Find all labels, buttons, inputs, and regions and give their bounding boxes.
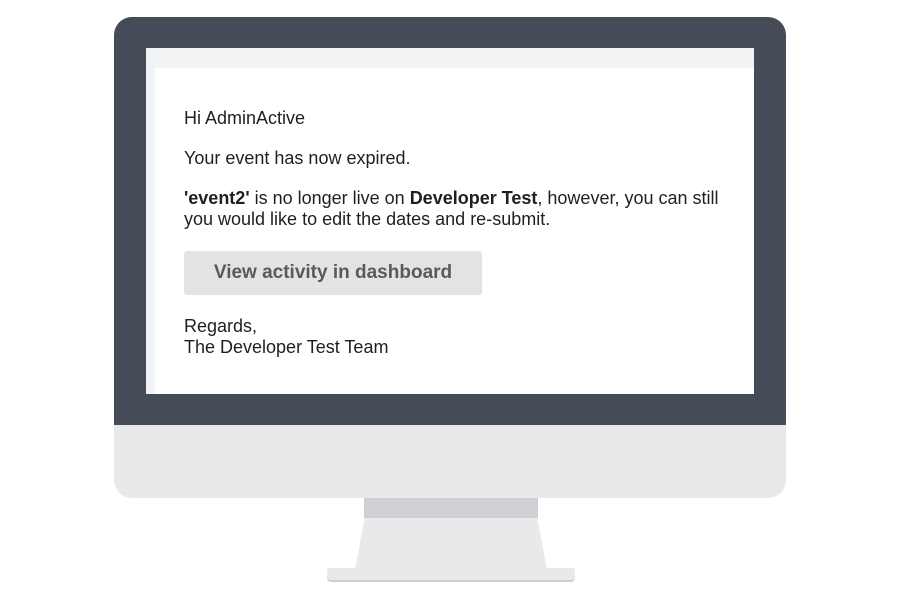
signoff-team: The Developer Test Team [184, 337, 389, 357]
details-line2: you would like to edit the dates and re-… [184, 209, 551, 229]
view-activity-button[interactable]: View activity in dashboard [184, 251, 482, 295]
email-body: Hi AdminActive Your event has now expire… [155, 68, 754, 394]
email-details: 'event2' is no longer live on Developer … [184, 188, 719, 230]
email-expired-text: Your event has now expired. [184, 148, 411, 168]
monitor-stand-base [327, 568, 575, 582]
site-name: Developer Test [409, 188, 538, 208]
email-greeting: Hi AdminActive [184, 108, 306, 128]
event-name: 'event2' [184, 188, 250, 208]
details-line1-rest: , however, you can still [537, 188, 719, 208]
monitor-mockup: Hi AdminActive Your event has now expire… [0, 0, 900, 600]
signoff-regards: Regards, [184, 316, 258, 336]
monitor-screen: Hi AdminActive Your event has now expire… [146, 48, 754, 394]
monitor-stand-neck [355, 518, 547, 570]
details-middle-text: is no longer live on [249, 188, 410, 208]
monitor-stand-joint [364, 498, 538, 518]
monitor-chin [114, 425, 786, 498]
email-signoff: Regards, The Developer Test Team [184, 316, 388, 358]
